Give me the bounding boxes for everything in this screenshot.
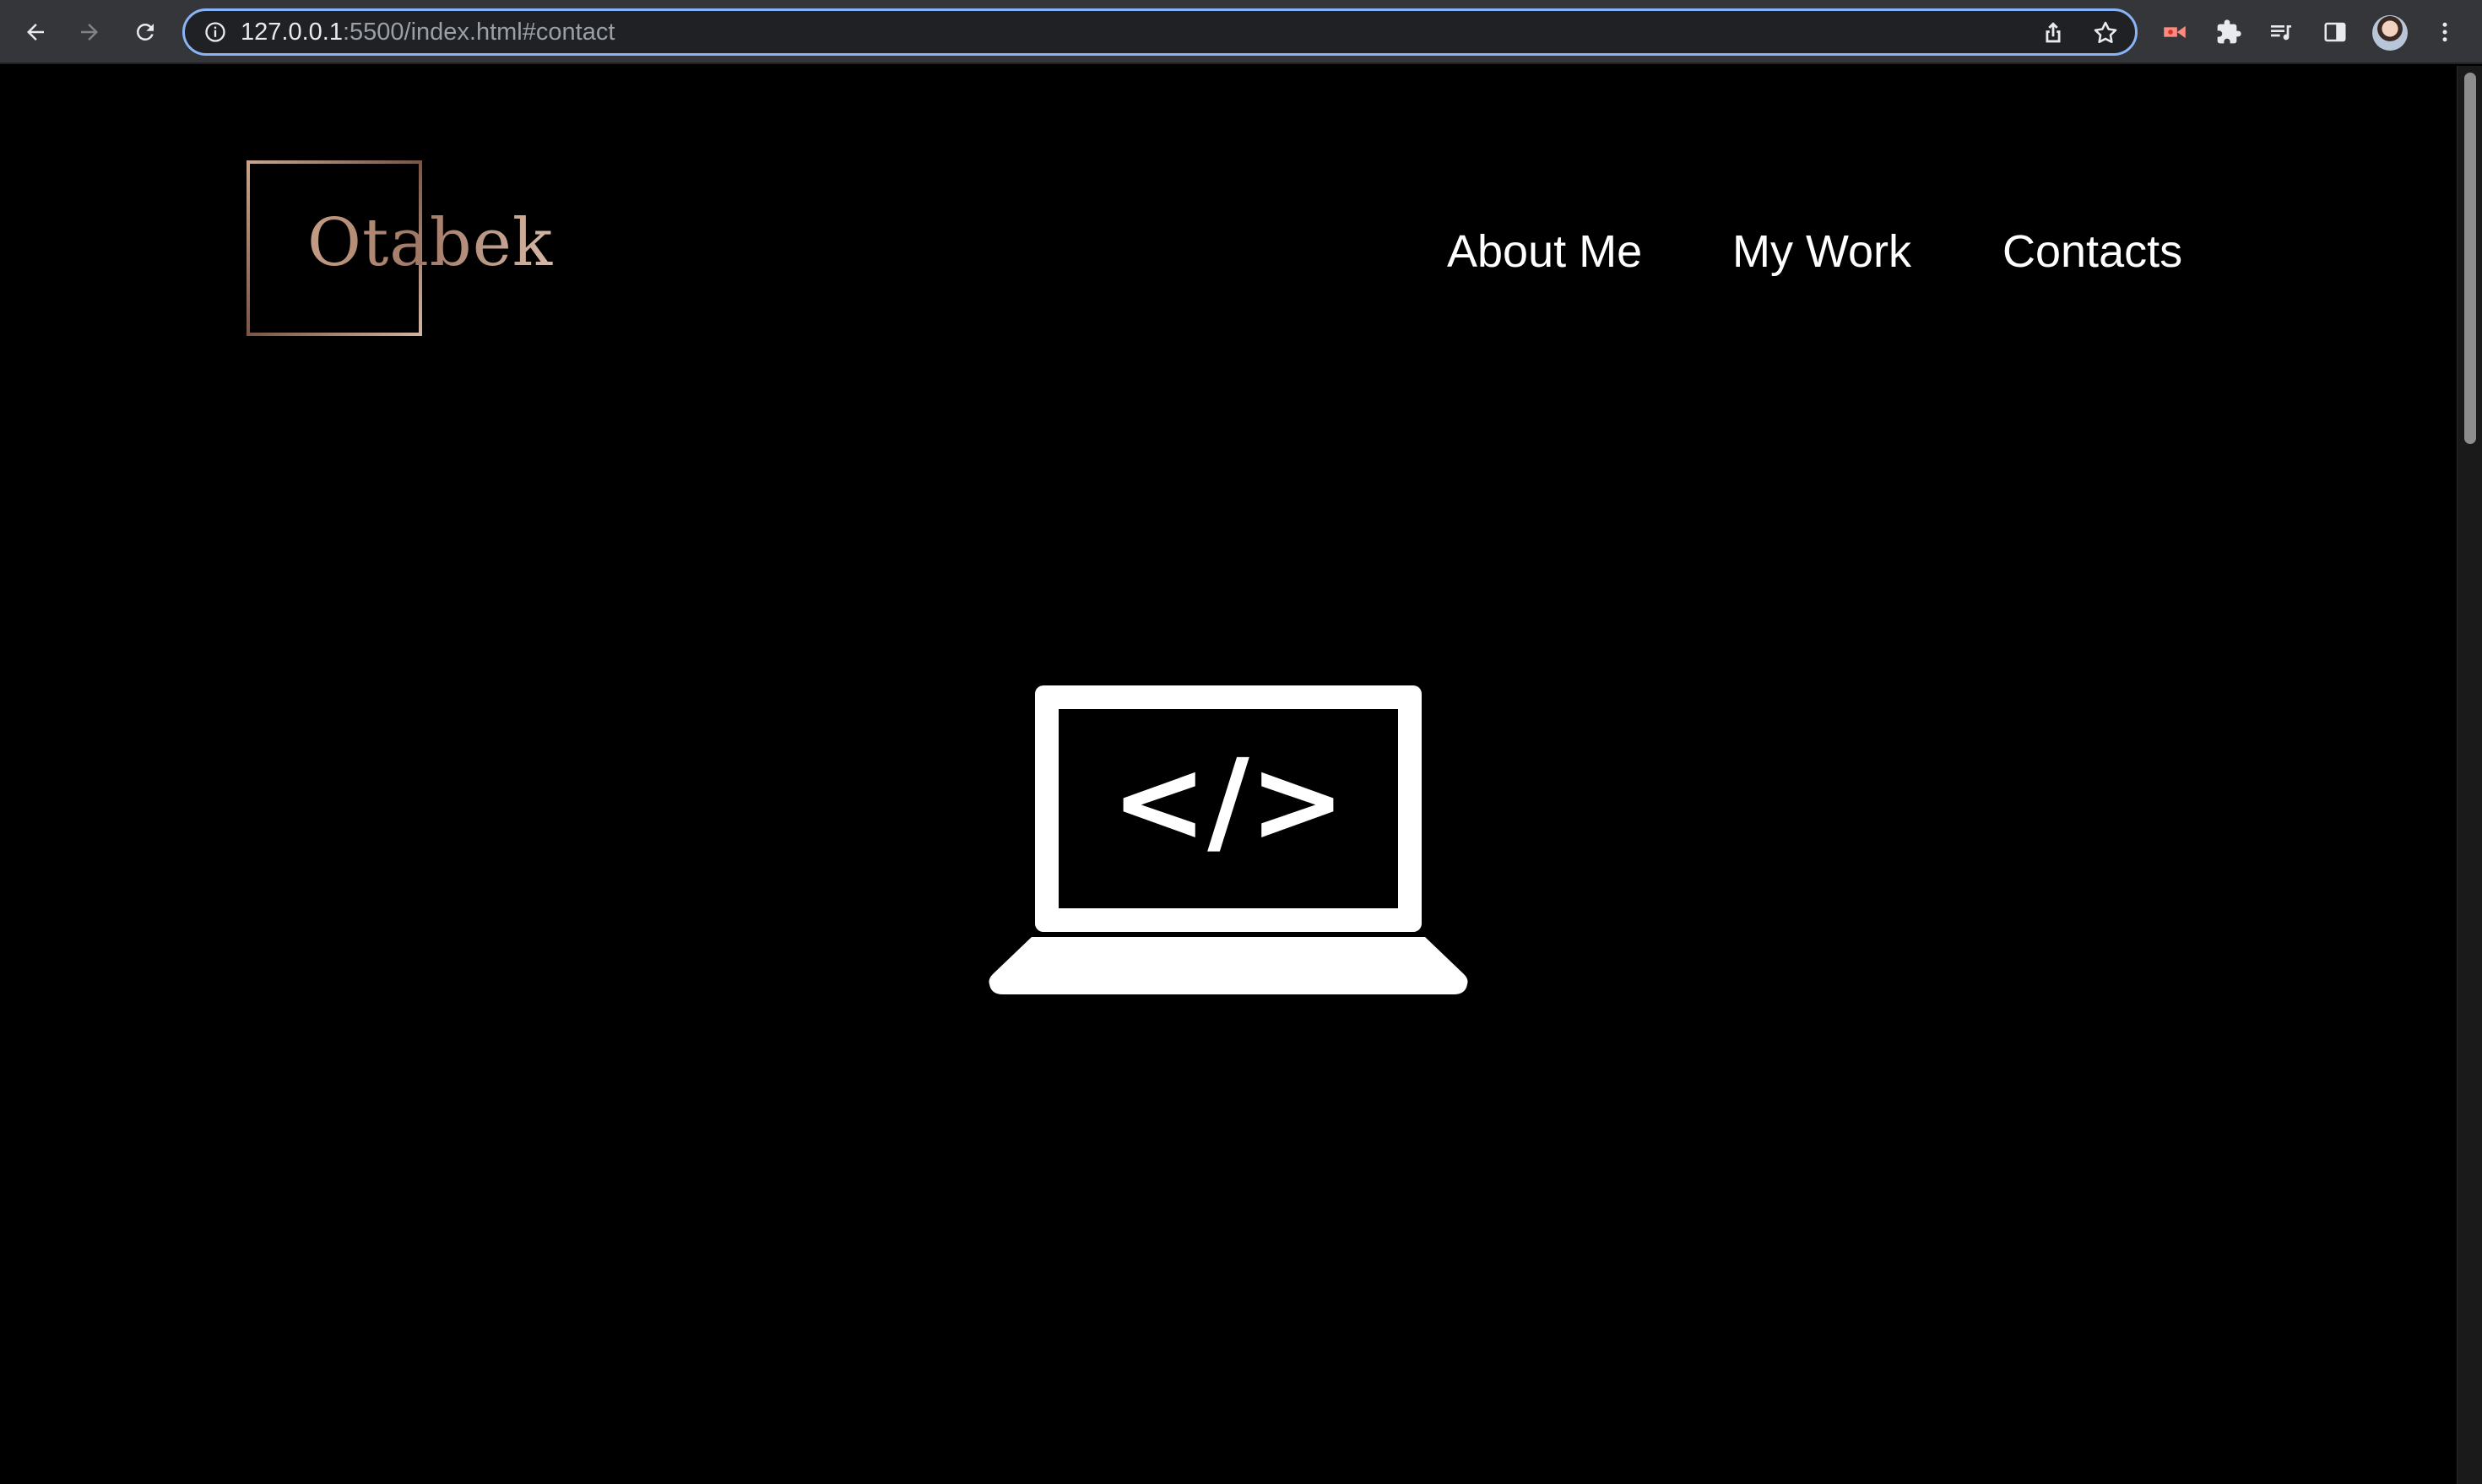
scrollbar-thumb[interactable] — [2464, 73, 2476, 444]
nav-about-me[interactable]: About Me — [1447, 218, 1642, 285]
side-panel-icon[interactable] — [2315, 12, 2355, 52]
page-scrollbar[interactable] — [2457, 66, 2482, 1484]
puzzle-icon[interactable] — [2208, 12, 2249, 52]
nav-contacts[interactable]: Contacts — [2002, 218, 2182, 285]
back-arrow-icon[interactable] — [15, 12, 56, 52]
extension-recorder-icon[interactable] — [2154, 12, 2195, 52]
forward-arrow-icon[interactable] — [69, 12, 110, 52]
site-logo[interactable]: Otabek — [307, 201, 553, 285]
reload-icon[interactable] — [125, 12, 165, 52]
share-icon[interactable] — [2039, 19, 2067, 47]
url-host: 127.0.0.1 — [241, 19, 343, 46]
address-bar[interactable]: 127.0.0.1:5500/index.html#contact — [182, 8, 2138, 56]
laptop-code-icon: </> — [989, 685, 1468, 994]
nav-my-work[interactable]: My Work — [1732, 218, 1911, 285]
url-path: :5500/index.html#contact — [342, 19, 615, 46]
code-brackets-text: </> — [1111, 735, 1346, 869]
browser-toolbar: 127.0.0.1:5500/index.html#contact — [0, 0, 2482, 64]
url-text[interactable]: 127.0.0.1:5500/index.html#contact — [241, 11, 615, 53]
media-queue-icon[interactable] — [2261, 12, 2301, 52]
profile-avatar[interactable] — [2372, 15, 2408, 51]
page-viewport: Otabek About Me My Work Contacts </> — [0, 66, 2482, 1484]
star-icon[interactable] — [2091, 19, 2120, 47]
kebab-menu-icon[interactable] — [2425, 12, 2465, 52]
info-icon[interactable] — [203, 20, 227, 44]
